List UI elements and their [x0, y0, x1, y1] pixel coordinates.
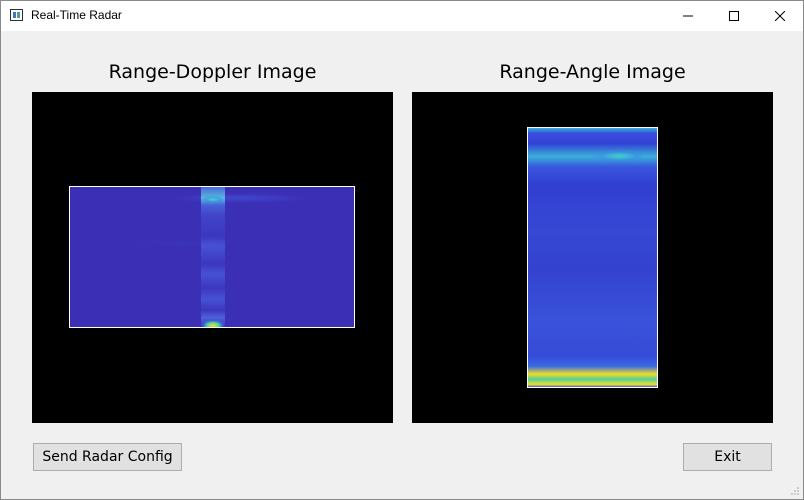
maximize-button[interactable] — [711, 1, 757, 31]
range-doppler-title: Range-Doppler Image — [108, 61, 317, 83]
resize-grip-icon[interactable] — [790, 486, 800, 496]
range-doppler-heatmap — [69, 186, 355, 328]
zero-doppler-line — [201, 187, 225, 327]
title-bar[interactable]: Real-Time Radar — [1, 1, 803, 31]
exit-button[interactable]: Exit — [683, 443, 772, 471]
minimize-button[interactable] — [665, 1, 711, 31]
doppler-peak-near — [201, 195, 225, 204]
range-angle-plot — [412, 92, 773, 423]
angle-target-blob — [583, 148, 643, 164]
doppler-peak-far — [201, 319, 225, 327]
window-title: Real-Time Radar — [31, 8, 122, 22]
range-angle-title: Range-Angle Image — [499, 61, 686, 83]
close-button[interactable] — [757, 1, 803, 31]
app-window: Real-Time Radar Range-Doppler Image Rang… — [0, 0, 804, 500]
close-icon — [775, 11, 785, 21]
range-angle-heatmap — [527, 127, 658, 388]
send-radar-config-button[interactable]: Send Radar Config — [33, 443, 182, 471]
app-icon — [10, 9, 23, 21]
maximize-icon — [729, 11, 739, 21]
minimize-icon — [683, 15, 693, 17]
range-doppler-plot — [32, 92, 393, 423]
